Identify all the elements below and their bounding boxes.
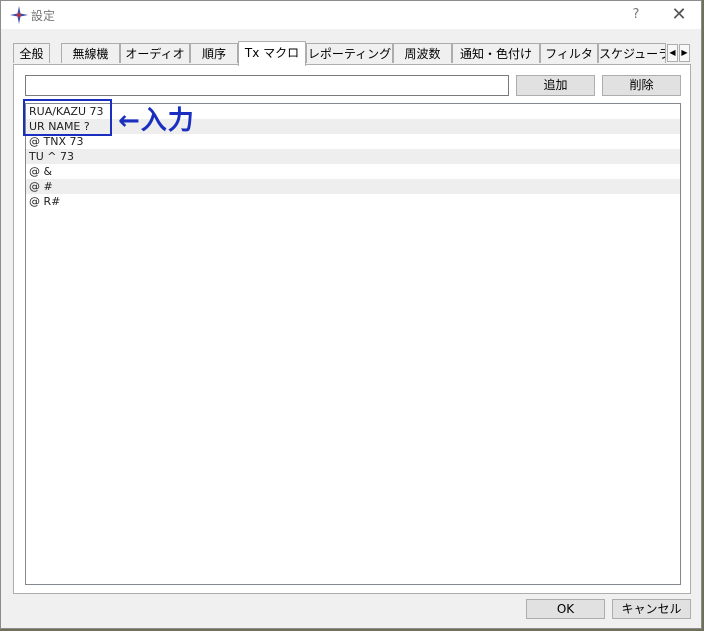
tab-general[interactable]: 全般 <box>13 43 50 63</box>
tab-notifications[interactable]: 通知・色付け <box>452 43 540 63</box>
list-item[interactable]: @ # <box>26 179 680 194</box>
tab-tx-macros[interactable]: Tx マクロ <box>238 41 306 66</box>
window-title: 設定 <box>31 9 56 23</box>
tab-scroll-left-icon[interactable]: ◀ <box>667 44 678 62</box>
tab-reporting[interactable]: レポーティング <box>306 43 393 63</box>
delete-button[interactable]: 削除 <box>602 75 681 96</box>
app-star-icon <box>10 6 28 24</box>
tx-macros-panel: 追加 削除 RUA/KAZU 73 UR NAME ? @ TNX 73 TU … <box>13 64 691 594</box>
tab-audio[interactable]: オーディオ <box>120 43 190 63</box>
cancel-button[interactable]: キャンセル <box>612 599 691 619</box>
macro-list[interactable]: RUA/KAZU 73 UR NAME ? @ TNX 73 TU ^ 73 @… <box>25 103 681 585</box>
list-item[interactable]: @ R# <box>26 194 680 209</box>
list-item[interactable]: TU ^ 73 <box>26 149 680 164</box>
tab-frequencies[interactable]: 周波数 <box>393 43 452 63</box>
ok-button[interactable]: OK <box>526 599 605 619</box>
add-button[interactable]: 追加 <box>516 75 595 96</box>
close-button[interactable]: ✕ <box>664 4 694 26</box>
tab-radio[interactable]: 無線機 <box>61 43 120 63</box>
help-button[interactable]: ? <box>625 5 647 25</box>
annotation-highlight-box <box>23 99 112 136</box>
title-bar: 設定 ? ✕ <box>1 1 701 29</box>
annotation-label: ←入力 <box>118 106 195 136</box>
tab-scroll-right-icon[interactable]: ▶ <box>679 44 690 62</box>
tab-scheduler[interactable]: スケジューラ <box>598 43 666 63</box>
tab-filters[interactable]: フィルタ <box>540 43 598 63</box>
tab-bar: 全般 無線機 オーディオ 順序 Tx マクロ レポーティング 周波数 通知・色付… <box>13 41 691 66</box>
settings-dialog: 設定 ? ✕ 全般 無線機 オーディオ 順序 Tx マクロ レポーティング 周波… <box>0 0 702 629</box>
list-item[interactable]: @ & <box>26 164 680 179</box>
macro-input[interactable] <box>25 75 509 96</box>
tab-sequencing[interactable]: 順序 <box>190 43 238 63</box>
